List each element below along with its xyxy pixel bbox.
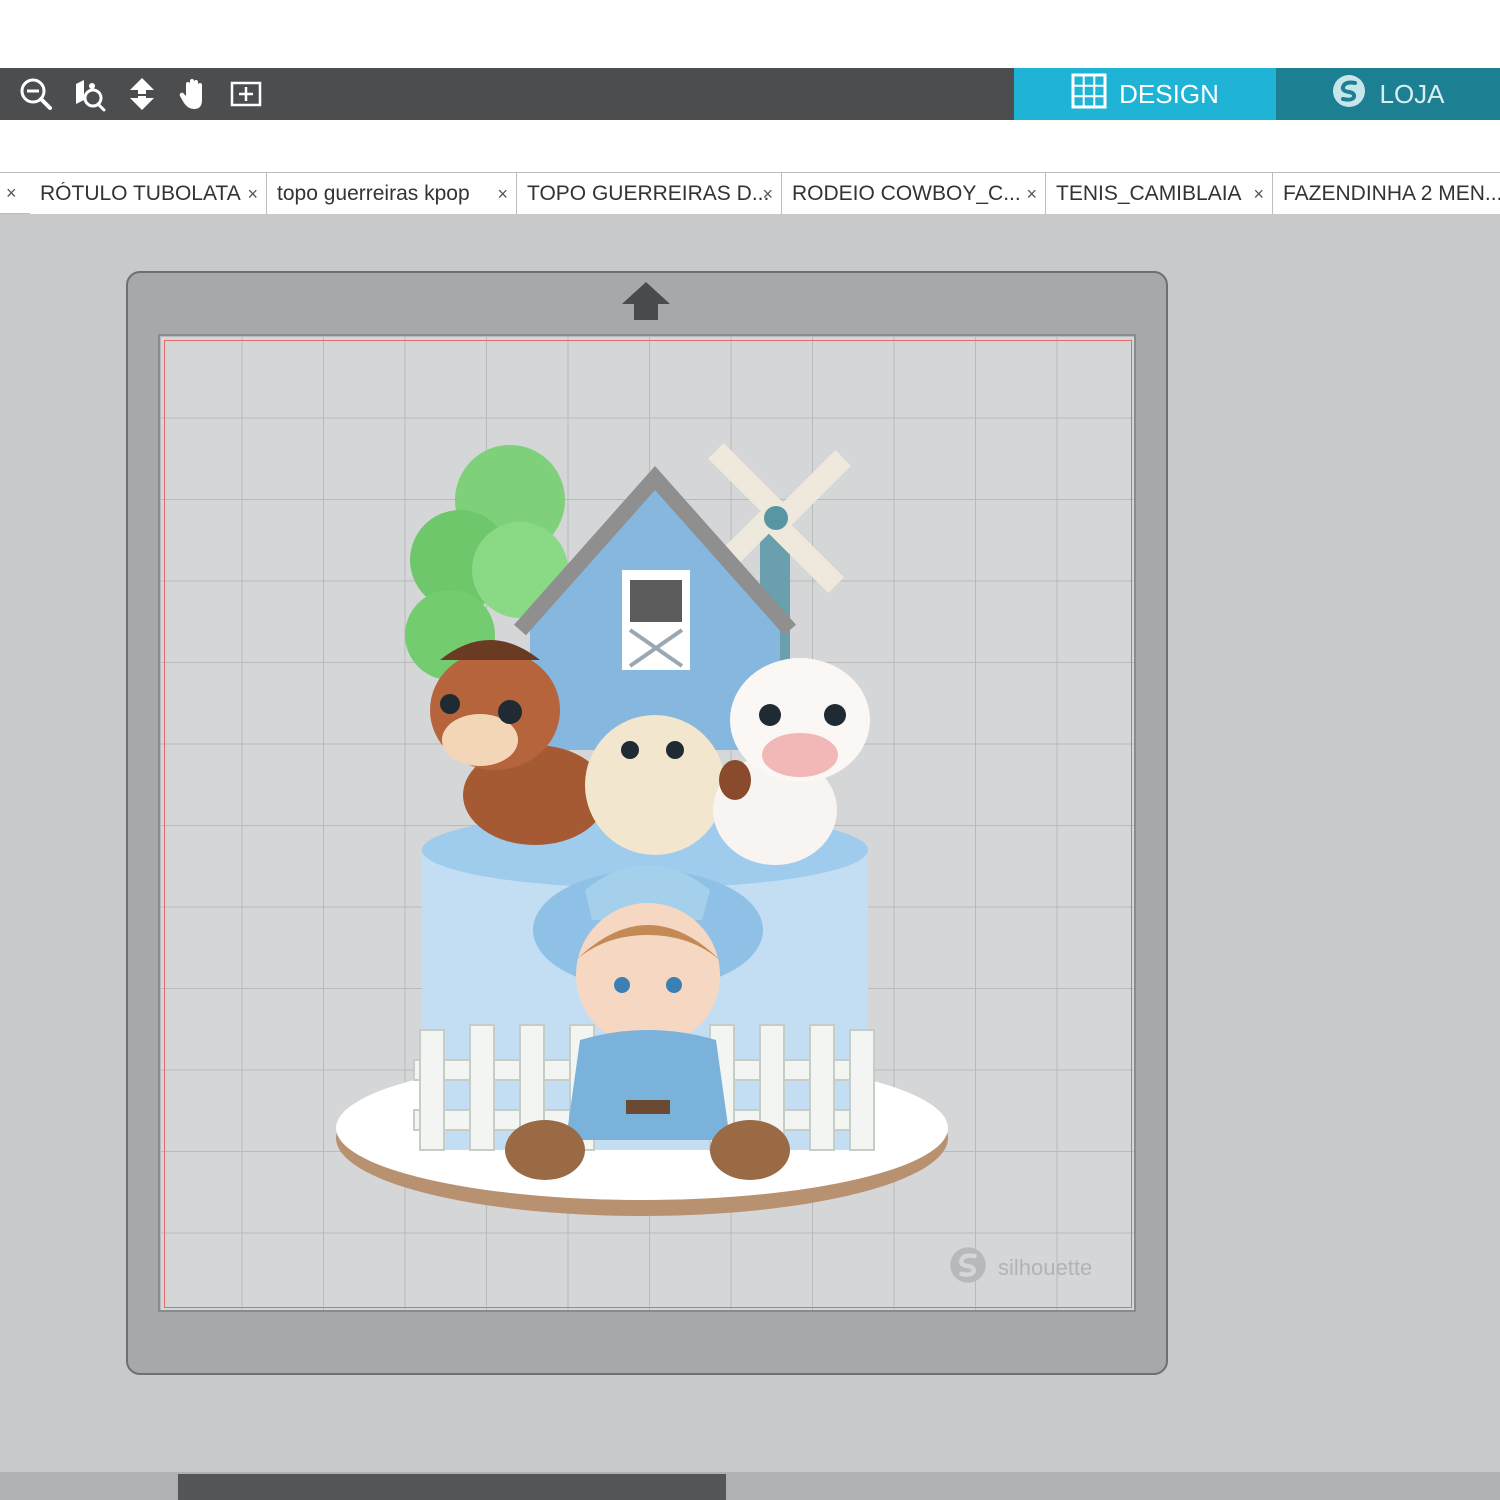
fit-to-page-icon[interactable] xyxy=(122,74,162,114)
zoom-out-icon[interactable] xyxy=(16,74,56,114)
document-tab-label: FAZENDINHA 2 MEN... xyxy=(1283,182,1500,205)
document-tab-label: topo guerreiras kpop xyxy=(277,182,470,205)
document-tab[interactable]: RÓTULO TUBOLATA × xyxy=(30,173,267,215)
document-tab[interactable]: RODEIO COWBOY_C... × xyxy=(782,173,1046,215)
zoom-selection-icon[interactable] xyxy=(68,74,108,114)
document-tab-label: RODEIO COWBOY_C... xyxy=(792,182,1021,205)
silhouette-logo-icon xyxy=(1331,73,1367,116)
tab-close-icon[interactable]: × xyxy=(1253,184,1264,205)
document-tab[interactable]: topo guerreiras kpop × xyxy=(267,173,517,215)
tab-store[interactable]: LOJA xyxy=(1276,68,1500,120)
title-area xyxy=(0,0,1500,68)
tab-close-icon[interactable]: × xyxy=(762,184,773,205)
top-toolbar: DESIGN LOJA xyxy=(0,68,1500,120)
document-tab-active[interactable]: FAZENDINHA 2 MEN... xyxy=(1273,173,1500,215)
app-window: DESIGN LOJA × RÓTULO TUBOLATA × topo gue… xyxy=(0,0,1500,1500)
document-tab-label: TOPO GUERREIRAS D... xyxy=(527,182,770,205)
tab-design[interactable]: DESIGN xyxy=(1014,68,1276,120)
watermark-text: silhouette xyxy=(998,1255,1093,1280)
tab-design-label: DESIGN xyxy=(1119,78,1219,109)
farm-cake-topper-image[interactable] xyxy=(330,420,970,1230)
document-tab[interactable]: TOPO GUERREIRAS D... × xyxy=(517,173,782,215)
silhouette-logo-icon xyxy=(948,1245,988,1291)
scrollbar-thumb[interactable] xyxy=(178,1474,726,1500)
tab-close-icon[interactable]: × xyxy=(1026,184,1037,205)
document-tab-bar: × RÓTULO TUBOLATA × topo guerreiras kpop… xyxy=(0,172,1500,215)
grid-icon xyxy=(1071,73,1107,116)
tab-store-label: LOJA xyxy=(1379,78,1445,109)
tab-close-icon[interactable]: × xyxy=(6,183,17,204)
document-tab-label: TENIS_CAMIBLAIA xyxy=(1056,182,1242,205)
document-tab[interactable]: TENIS_CAMIBLAIA × xyxy=(1046,173,1273,215)
secondary-toolbar xyxy=(0,120,1500,172)
document-tab-label: RÓTULO TUBOLATA xyxy=(40,182,241,205)
feed-direction-icon xyxy=(620,280,672,327)
tab-close-icon[interactable]: × xyxy=(497,184,508,205)
tab-close-icon[interactable]: × xyxy=(247,184,258,205)
silhouette-watermark: silhouette xyxy=(948,1245,1092,1291)
zoom-fit-icon[interactable] xyxy=(226,74,266,114)
pan-hand-icon[interactable] xyxy=(174,74,214,114)
